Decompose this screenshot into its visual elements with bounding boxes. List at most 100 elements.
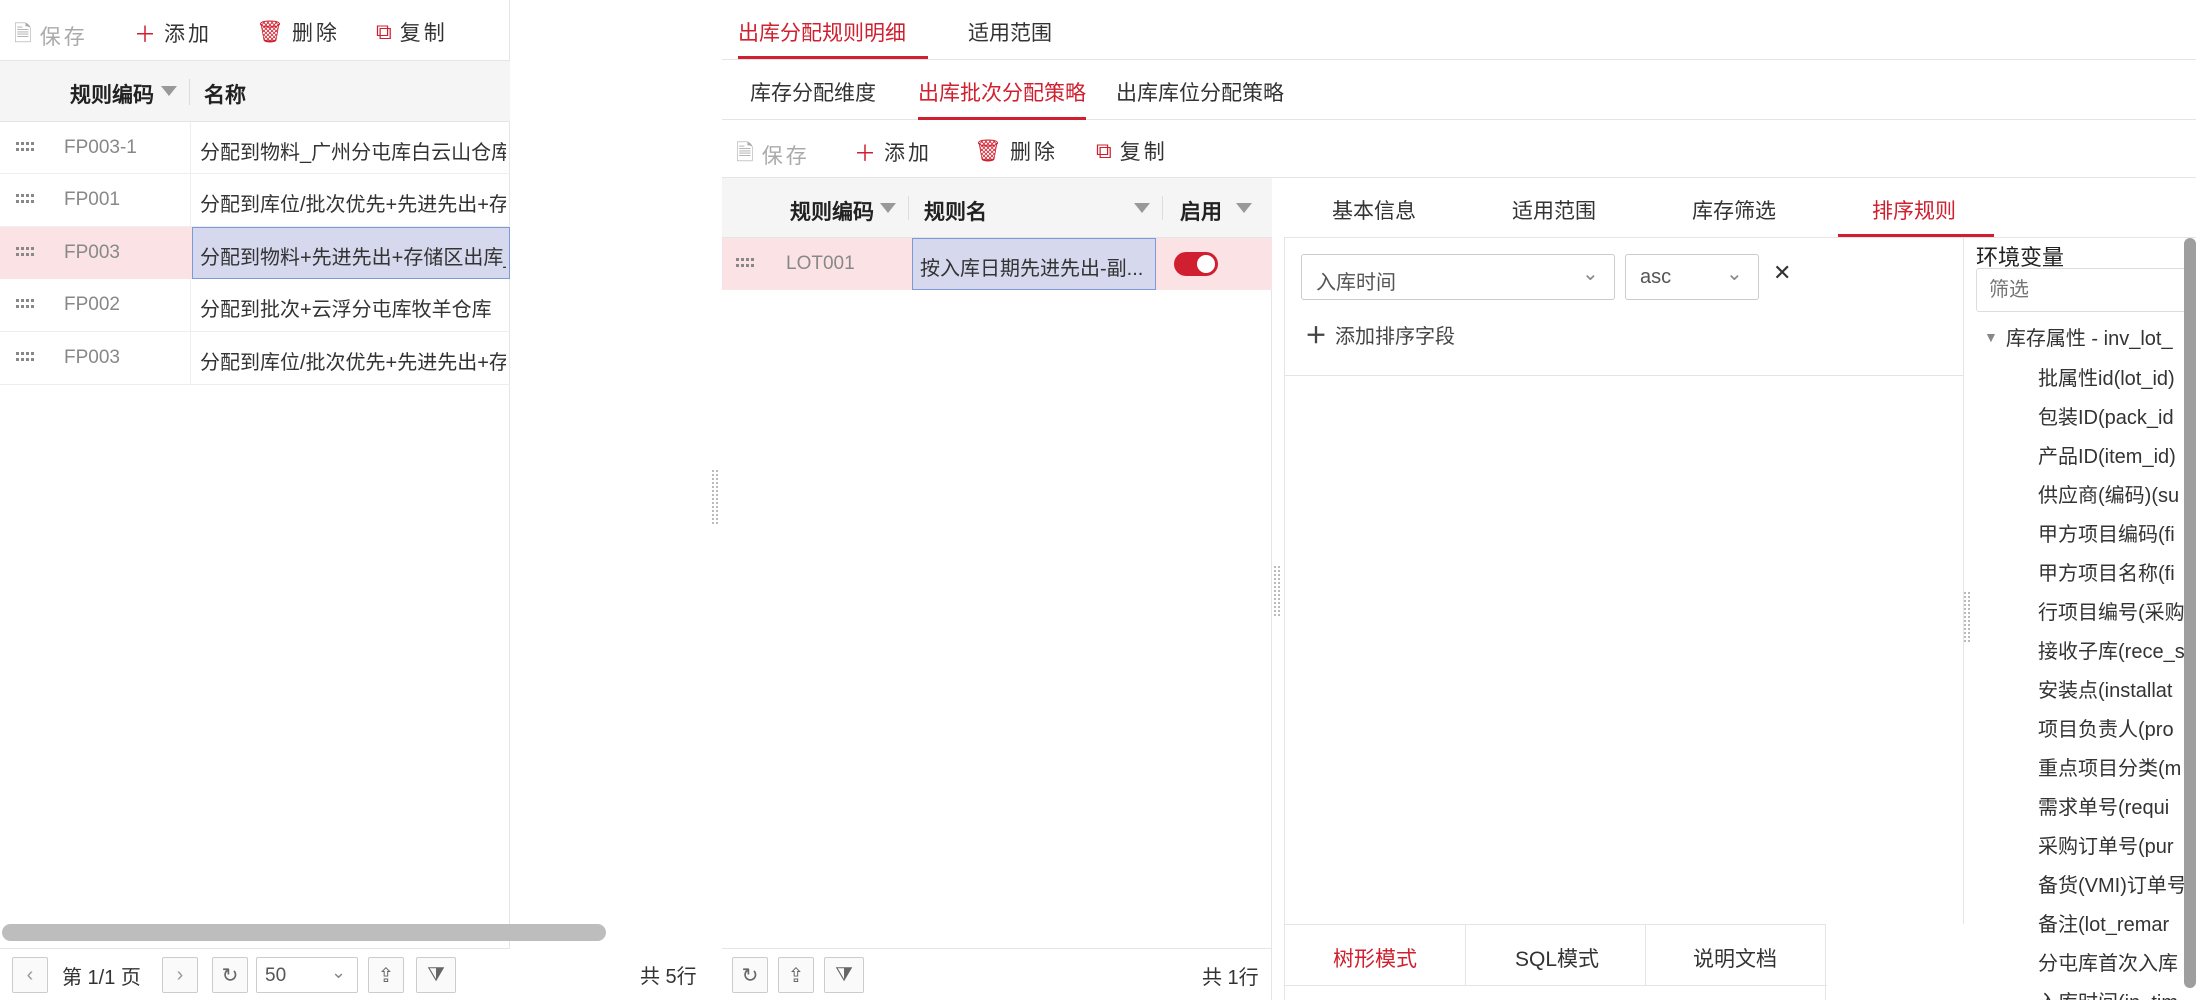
tree-item[interactable]: 备注(lot_remar bbox=[2038, 908, 2187, 947]
drag-handle-icon[interactable] bbox=[16, 352, 36, 364]
refresh-button[interactable]: ↻ bbox=[212, 957, 248, 993]
drag-handle-icon[interactable] bbox=[16, 247, 36, 259]
drag-handle-icon[interactable] bbox=[16, 299, 36, 311]
refresh-button[interactable]: ↻ bbox=[732, 957, 768, 993]
next-page-button[interactable]: › bbox=[162, 957, 198, 993]
drag-handle-icon[interactable] bbox=[736, 258, 756, 270]
tree-item[interactable]: 行项目编号(采购 bbox=[2038, 596, 2187, 635]
tree-item[interactable]: 甲方项目编码(fi bbox=[2038, 518, 2187, 557]
tree-group-inventory-attrs[interactable]: ▼ 库存属性 - inv_lot_ bbox=[1984, 322, 2173, 351]
sort-order-select[interactable]: asc ⌄ bbox=[1625, 254, 1759, 300]
tree-item[interactable]: 采购订单号(pur bbox=[2038, 830, 2187, 869]
filter-icon[interactable] bbox=[880, 203, 896, 213]
plus-icon: ＋ bbox=[1305, 323, 1328, 348]
left-panel: 🗎 保存 ＋添加 🗑 删除 ⧉ 复制 规则编码 名称 FP003-1 分配到物料_广州… bbox=[0, 0, 606, 1000]
table-row[interactable]: FP003-1 分配到物料_广州分屯库白云山仓库 bbox=[0, 122, 510, 174]
tab-location-strategy[interactable]: 出库库位分配策略 bbox=[1116, 77, 1284, 107]
tree-item[interactable]: 产品ID(item_id) bbox=[2038, 440, 2187, 479]
mid-table-header: 规则编码 规则名 启用 bbox=[722, 178, 1272, 238]
copy-icon: ⧉ bbox=[376, 19, 392, 44]
remove-sort-icon[interactable]: ✕ bbox=[1773, 260, 1791, 286]
tab-detail-scope[interactable]: 适用范围 bbox=[1512, 195, 1596, 225]
tree-item[interactable]: 项目负责人(pro bbox=[2038, 713, 2187, 752]
tab-rule-detail[interactable]: 出库分配规则明细 bbox=[738, 17, 906, 47]
splitter-handle[interactable] bbox=[1964, 592, 1970, 642]
sort-order-value: asc bbox=[1640, 266, 1672, 288]
filter-icon[interactable] bbox=[161, 86, 177, 96]
splitter-handle[interactable] bbox=[1274, 566, 1280, 616]
prev-page-button[interactable]: ‹ bbox=[12, 957, 48, 993]
left-add-button[interactable]: ＋添加 bbox=[134, 17, 212, 49]
trash-icon: 🗑 bbox=[256, 19, 284, 44]
editor-area-border bbox=[1284, 376, 1964, 924]
add-sort-field-button[interactable]: ＋ 添加排序字段 bbox=[1305, 318, 1455, 350]
tree-item[interactable]: 接收子库(rece_s bbox=[2038, 635, 2187, 674]
env-filter-input[interactable] bbox=[1976, 268, 2196, 312]
left-save-button[interactable]: 🗎 保存 bbox=[14, 17, 88, 55]
row-rule-name: 按入库日期先进先出-副... bbox=[920, 258, 1144, 280]
horizontal-scrollbar[interactable] bbox=[2, 924, 606, 941]
row-code: FP003-1 bbox=[64, 137, 137, 158]
table-row[interactable]: FP002 分配到批次+云浮分屯库牧羊仓库 bbox=[0, 279, 510, 332]
column-header-enabled: 启用 bbox=[1180, 201, 1222, 224]
page-indicator: 第 1/1 页 bbox=[62, 967, 141, 989]
tree-item[interactable]: 包装ID(pack_id bbox=[2038, 401, 2187, 440]
sort-field-select[interactable]: 入库时间 ⌄ bbox=[1301, 254, 1615, 300]
left-delete-button[interactable]: 🗑 删除 bbox=[256, 17, 340, 47]
filter-icon[interactable] bbox=[1134, 203, 1150, 213]
tab-tree-mode[interactable]: 树形模式 bbox=[1333, 943, 1417, 973]
left-copy-button[interactable]: ⧉ 复制 bbox=[376, 17, 448, 47]
tab-inventory-filter[interactable]: 库存筛选 bbox=[1692, 195, 1776, 225]
plus-icon: ＋ bbox=[134, 22, 157, 47]
mid-save-button[interactable]: 🗎 保存 bbox=[736, 136, 810, 174]
filter-settings-button[interactable]: ⧩ bbox=[416, 957, 456, 993]
cell-divider bbox=[190, 122, 191, 174]
enabled-toggle[interactable] bbox=[1174, 252, 1218, 276]
save-icon: 🗎 bbox=[14, 21, 32, 46]
mid-delete-button[interactable]: 🗑 删除 bbox=[974, 136, 1058, 166]
table-row-selected[interactable]: LOT001 按入库日期先进先出-副... bbox=[722, 238, 1272, 290]
chevron-down-icon: ⌄ bbox=[1582, 263, 1599, 285]
tree-item[interactable]: 供应商(编码)(su bbox=[2038, 479, 2187, 518]
tab-docs[interactable]: 说明文档 bbox=[1693, 943, 1777, 973]
sub-tabs: 库存分配维度 出库批次分配策略 出库库位分配策略 bbox=[722, 60, 2196, 120]
export-button[interactable]: ⇪ bbox=[778, 957, 814, 993]
tab-inventory-dimension[interactable]: 库存分配维度 bbox=[750, 77, 876, 107]
tab-basic-info[interactable]: 基本信息 bbox=[1332, 195, 1416, 225]
tree-item[interactable]: 批属性id(lot_id) bbox=[2038, 362, 2187, 401]
mid-add-button[interactable]: ＋添加 bbox=[854, 136, 932, 168]
export-button[interactable]: ⇪ bbox=[368, 957, 404, 993]
tree-item[interactable]: 甲方项目名称(fi bbox=[2038, 557, 2187, 596]
filter-icon[interactable] bbox=[1236, 203, 1252, 213]
page-size-value: 50 bbox=[265, 965, 287, 986]
table-row-selected[interactable]: FP003 分配到物料+先进先出+存储区出库_上海通贸仓 bbox=[0, 227, 510, 279]
tab-lot-strategy[interactable]: 出库批次分配策略 bbox=[918, 77, 1086, 107]
tab-sort-rules[interactable]: 排序规则 bbox=[1872, 195, 1956, 225]
tree-item[interactable]: 分屯库首次入库 bbox=[2038, 947, 2187, 986]
mid-copy-button[interactable]: ⧉ 复制 bbox=[1096, 136, 1168, 166]
tree-item[interactable]: 入库时间(in_tim bbox=[2038, 986, 2187, 1000]
chevron-down-icon: ⌄ bbox=[331, 962, 347, 982]
toggle-knob bbox=[1197, 255, 1215, 273]
splitter-handle[interactable] bbox=[712, 470, 718, 524]
cell-divider bbox=[190, 332, 191, 385]
table-row[interactable]: FP003 分配到库位/批次优先+先进先出+存储区/合格状态出库 bbox=[0, 332, 510, 385]
left-table-header: 规则编码 名称 bbox=[0, 60, 510, 122]
column-divider bbox=[1162, 196, 1163, 220]
filter-settings-button[interactable]: ⧩ bbox=[824, 957, 864, 993]
vertical-scrollbar[interactable] bbox=[2184, 238, 2196, 988]
drag-handle-icon[interactable] bbox=[16, 194, 36, 206]
tree-item[interactable]: 需求单号(requi bbox=[2038, 791, 2187, 830]
table-row[interactable]: FP001 分配到库位/批次优先+先进先出+存储区出库_通用规则 bbox=[0, 174, 510, 227]
tab-sql-mode[interactable]: SQL模式 bbox=[1515, 943, 1599, 973]
drag-handle-icon[interactable] bbox=[16, 142, 36, 154]
main-tabs: 出库分配规则明细 适用范围 bbox=[722, 0, 2196, 60]
env-panel: 环境变量 ▼ 库存属性 - inv_lot_ 批属性id(lot_id) 包装I… bbox=[1972, 238, 2196, 1000]
page-size-select[interactable]: 50 ⌄ bbox=[256, 957, 358, 993]
tree-item[interactable]: 备货(VMI)订单号 bbox=[2038, 869, 2187, 908]
mid-footer: ↻ ⇪ ⧩ 共 1行 bbox=[722, 948, 1272, 1000]
column-divider bbox=[189, 79, 190, 105]
tree-item[interactable]: 安装点(installat bbox=[2038, 674, 2187, 713]
tab-scope[interactable]: 适用范围 bbox=[968, 17, 1052, 47]
tree-item[interactable]: 重点项目分类(m bbox=[2038, 752, 2187, 791]
